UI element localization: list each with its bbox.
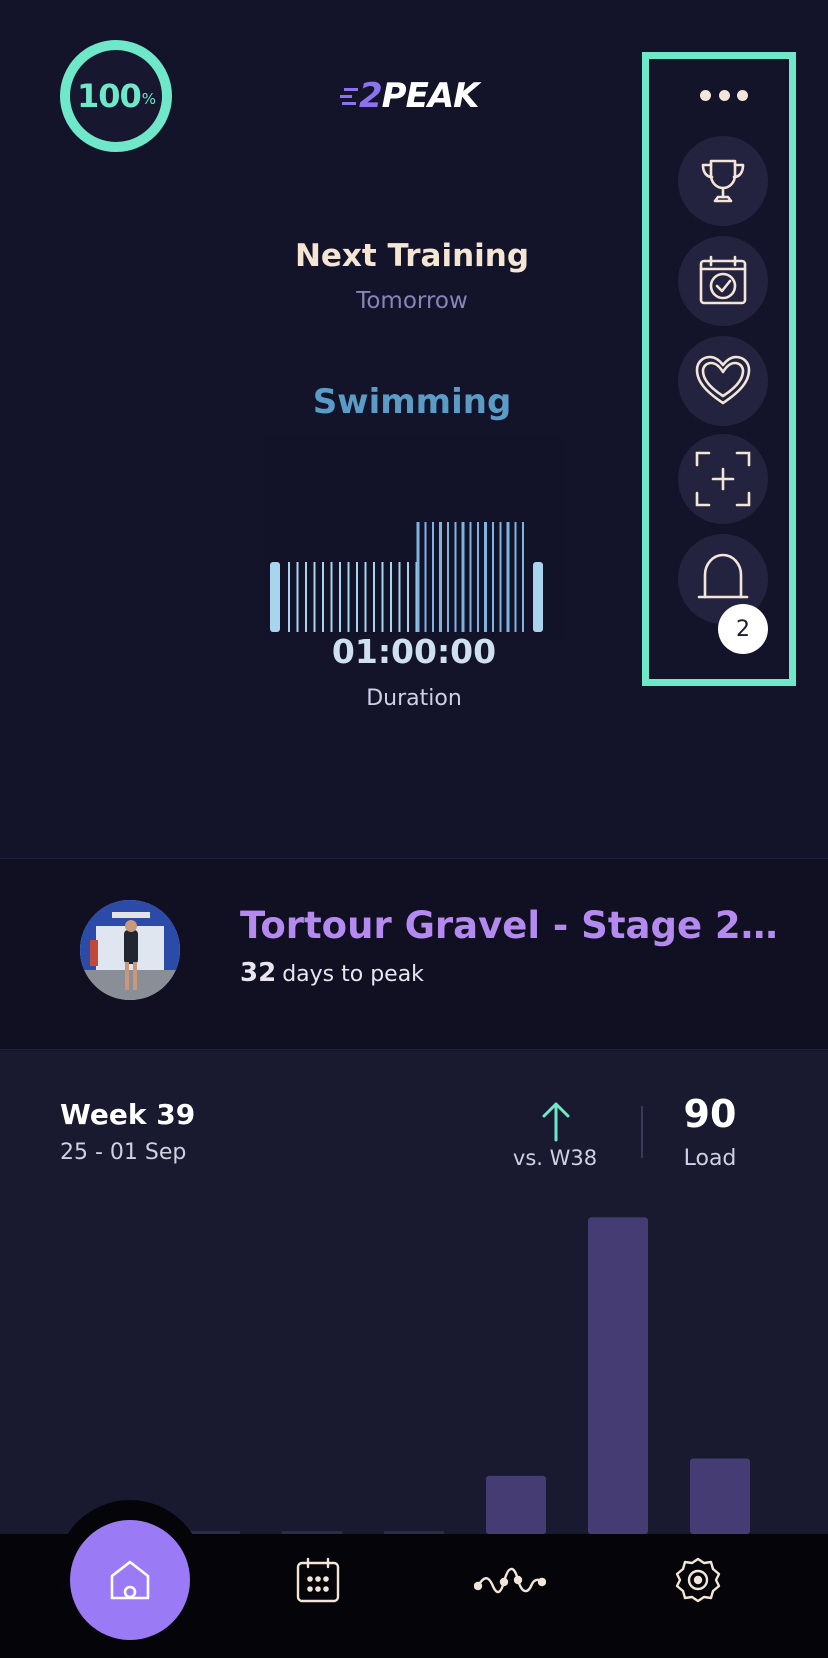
duration-label: Duration [366,686,462,711]
readiness-progress-text: 100% [58,38,174,154]
profile-bar [296,562,299,632]
nav-home-button[interactable] [70,1520,190,1640]
profile-bar [492,522,494,632]
profile-bar [484,522,487,632]
profile-bar [390,562,392,632]
load-bar[interactable] [690,1458,750,1534]
training-intensity-profile[interactable] [264,500,564,635]
profile-bar [447,522,449,632]
profile-bar [432,522,434,632]
profile-bar [270,562,280,632]
load-value: 90 [683,1092,737,1136]
trend-up-icon [542,1102,570,1142]
training-duration: 01:00:00 [331,632,497,671]
progress-unit: % [141,90,156,108]
profile-bar [305,562,307,632]
load-label: Load [683,1146,737,1171]
app-logo: 2 PEAK [340,74,480,118]
weekly-load-chart [78,1217,750,1534]
week-title: Week 39 [60,1098,196,1131]
profile-bar [313,562,316,632]
health-button[interactable] [678,336,768,426]
profile-bar [522,522,524,632]
progress-value: 100 [76,77,142,115]
next-training-title: Next Training [294,238,530,274]
trend-comparison-label: vs. W38 [512,1146,598,1170]
calendar-check-icon [699,255,747,305]
profile-bar [398,562,401,632]
more-options-icon[interactable] [700,88,748,102]
load-bar[interactable] [486,1475,546,1534]
profile-bar [424,522,427,632]
settings-gear-icon [675,1557,721,1603]
analytics-wave-icon [474,1567,546,1594]
profile-bar [499,522,502,632]
profile-bar [514,522,517,632]
profile-bar [347,562,350,632]
bell-icon [697,553,749,599]
week-range: 25 - 01 Sep [60,1140,187,1165]
days-label: days to peak [282,962,424,987]
calendar-check-button[interactable] [678,236,768,326]
calendar-grid-icon [296,1557,340,1603]
nav-settings-button[interactable] [672,1556,724,1604]
profile-bar [454,522,457,632]
nav-calendar-button[interactable] [292,1556,344,1604]
profile-bar [322,562,324,632]
next-training-when: Tomorrow [356,288,468,314]
stats-divider [641,1106,643,1158]
load-bar[interactable] [588,1217,648,1534]
add-activity-button[interactable] [678,434,768,524]
profile-bar [381,562,384,632]
profile-bar [533,562,543,632]
notification-badge: 2 [718,604,768,654]
profile-bar [356,562,358,632]
nav-analytics-button[interactable] [474,1556,546,1604]
profile-bar [330,562,333,632]
training-sport[interactable]: Swimming [230,382,594,422]
profile-bar [469,522,472,632]
heart-icon [695,355,751,405]
profile-bar [364,562,367,632]
profile-bar [439,522,442,632]
logo-speed-lines-icon [340,88,358,105]
logo-digit: 2 [359,76,383,116]
days-to-peak: 32 days to peak [240,958,424,988]
logo-text: PEAK [381,76,480,116]
profile-bar [477,522,479,632]
profile-bar [461,522,465,632]
trophy-button[interactable] [678,136,768,226]
profile-bar [416,522,420,632]
trophy-icon [701,159,745,203]
profile-bar [506,522,510,632]
profile-bar [339,562,341,632]
profile-bar [407,562,409,632]
add-scan-icon [695,451,751,507]
home-icon [110,1560,150,1600]
days-count: 32 [240,958,277,988]
goal-event-title: Tortour Gravel - Stage 2 - Grand Prix [240,904,780,947]
profile-bar [373,562,375,632]
profile-bar [288,562,290,632]
event-photo [80,900,180,1000]
